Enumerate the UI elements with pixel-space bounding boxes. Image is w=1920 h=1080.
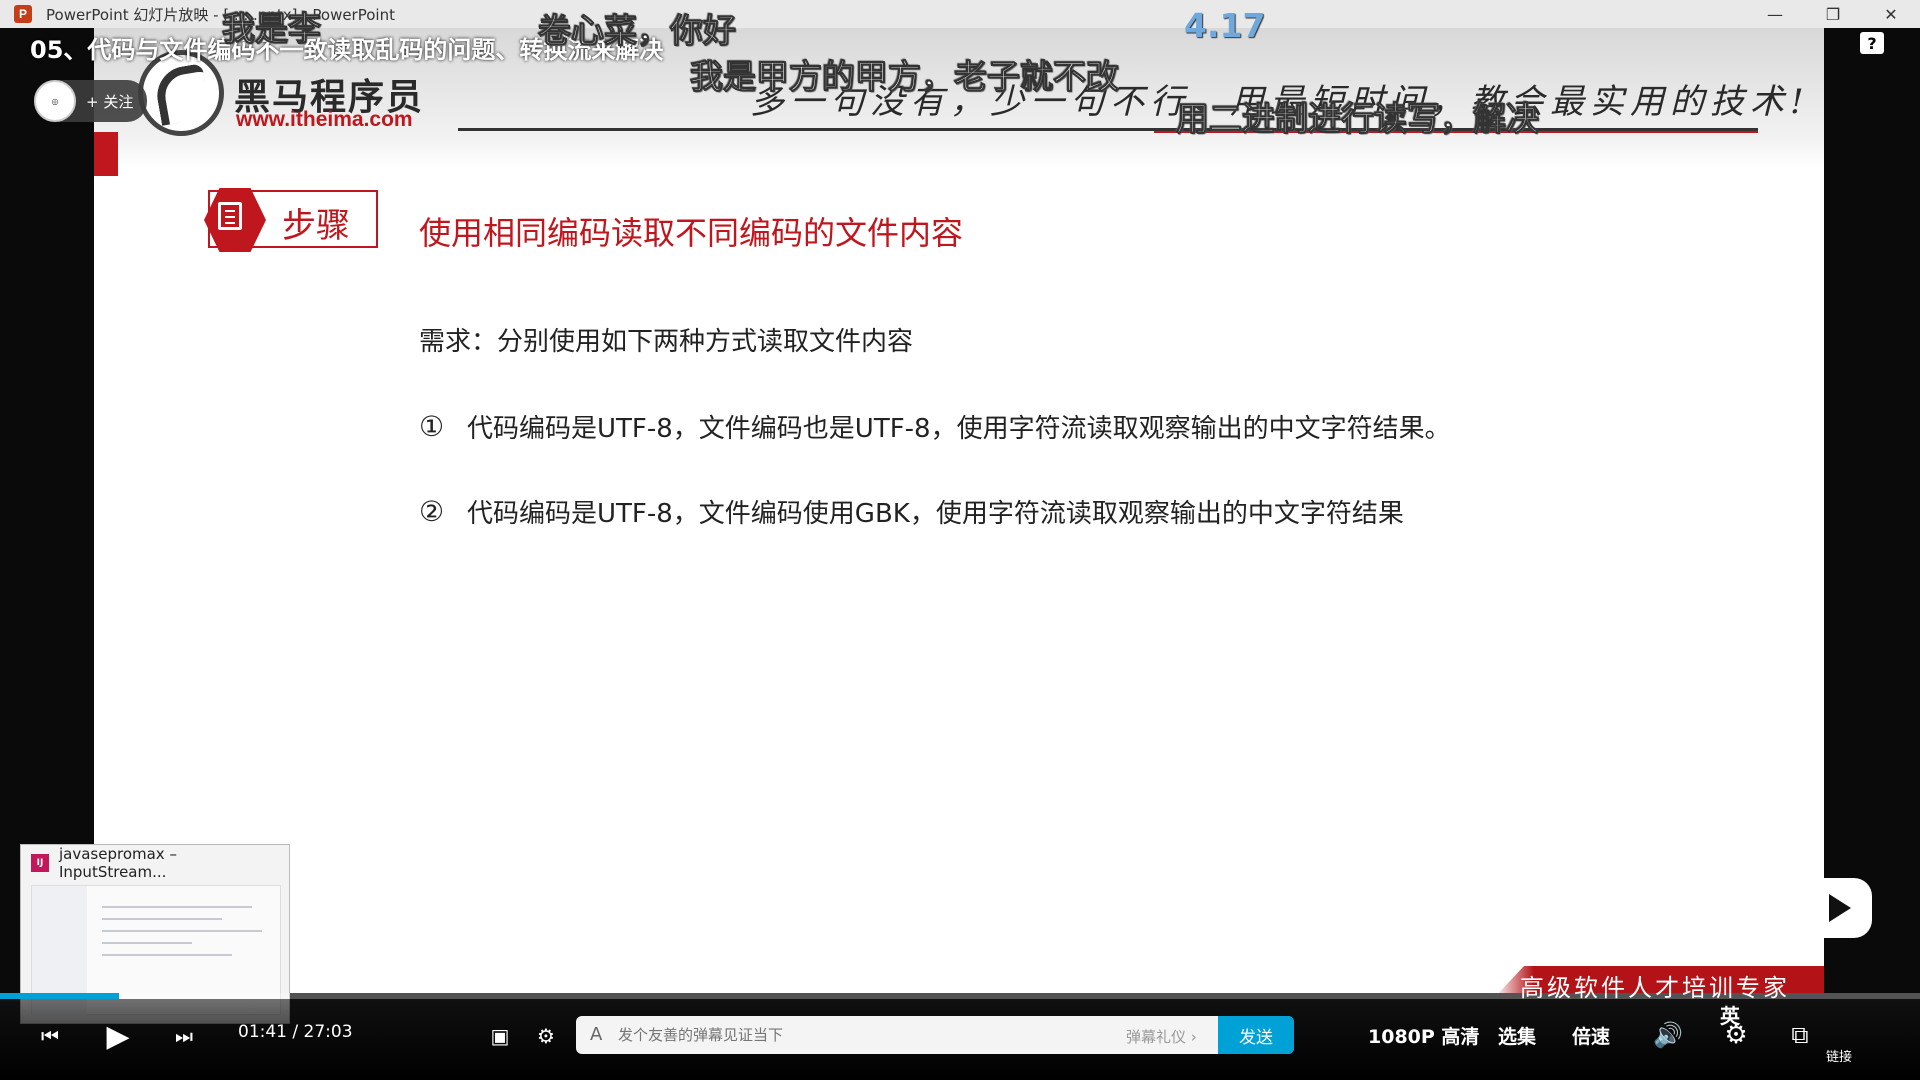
episodes-button[interactable]: 选集	[1498, 1022, 1536, 1049]
danmaku-comment: 用二进制进行读写，解决	[1176, 99, 1540, 139]
slide: 黑马程序员 www.itheima.com 多一句没有，少一句不行，用最短时间，…	[94, 28, 1824, 993]
screen: P PowerPoint 幻灯片放映 - [ ... .pptx] - Powe…	[0, 0, 1920, 1080]
slide-red-tab	[94, 132, 118, 176]
font-style-icon[interactable]: A	[590, 1024, 602, 1045]
danmaku-etiquette-link[interactable]: 弹幕礼仪 ›	[1126, 1026, 1197, 1047]
follow-button[interactable]: + 关注	[86, 91, 133, 112]
item-text: 代码编码是UTF-8，文件编码使用GBK，使用字符流读取观察输出的中文字符结果	[467, 499, 1404, 529]
brand-url: www.itheima.com	[236, 108, 413, 131]
quality-button[interactable]: 1080P 高清	[1368, 1022, 1479, 1049]
danmaku-comment: 卷心菜，你好	[538, 11, 737, 51]
danmaku-settings-icon[interactable]: ⚙	[530, 1020, 562, 1052]
current-time: 01:41	[238, 1022, 287, 1042]
minimize-button[interactable]: —	[1746, 0, 1804, 28]
uploader-follow[interactable]: ◎ + 关注	[34, 80, 148, 122]
step-label: 步骤	[282, 206, 350, 246]
next-icon[interactable]: ⏭	[168, 1020, 200, 1052]
restore-button[interactable]: ❐	[1804, 0, 1862, 28]
close-button[interactable]: ✕	[1862, 0, 1920, 28]
item-number: ②	[419, 495, 445, 528]
time-separator: /	[292, 1022, 299, 1042]
previous-icon[interactable]: ⏮	[34, 1020, 66, 1052]
danmaku-comment: 我是甲方的甲方，老子就不改	[690, 57, 1120, 97]
volume-icon[interactable]: 🔊	[1650, 1018, 1686, 1052]
item-text: 代码编码是UTF-8，文件编码也是UTF-8，使用字符流读取观察输出的中文字符结…	[467, 414, 1451, 444]
danmaku-input-box: A 弹幕礼仪 ›	[576, 1016, 1294, 1054]
tv-play-icon[interactable]	[1802, 878, 1872, 938]
list-item: ② 代码编码是UTF-8，文件编码使用GBK，使用字符流读取观察输出的中文字符结…	[419, 493, 1404, 530]
window-title: PowerPoint 幻灯片放映 - [ ... .pptx] - PowerP…	[46, 5, 395, 24]
list-item: ① 代码编码是UTF-8，文件编码也是UTF-8，使用字符流读取观察输出的中文字…	[419, 408, 1451, 445]
play-icon[interactable]: ▶	[98, 1016, 138, 1056]
link-label[interactable]: 链接	[1826, 1046, 1852, 1065]
total-time: 27:03	[303, 1022, 353, 1042]
send-button[interactable]: 发送	[1218, 1016, 1294, 1054]
powerpoint-icon: P	[14, 5, 32, 23]
item-number: ①	[419, 410, 445, 443]
subtitle-button[interactable]: 英	[1720, 1000, 1740, 1029]
danmaku-comment: 我是李	[222, 9, 322, 49]
avatar[interactable]: ◎	[34, 80, 76, 122]
danmaku-comment: 4.17	[1184, 6, 1266, 45]
pip-icon[interactable]: ⧉	[1782, 1018, 1818, 1052]
help-icon[interactable]: ?	[1860, 32, 1884, 54]
intellij-icon: IJ	[31, 854, 49, 872]
preview-title: javasepromax – InputStream...	[58, 845, 177, 881]
window-controls: — ❐ ✕	[1746, 0, 1920, 28]
speed-button[interactable]: 倍速	[1572, 1022, 1610, 1049]
slide-title: 使用相同编码读取不同编码的文件内容	[419, 214, 964, 252]
document-icon	[204, 188, 266, 252]
danmaku-toggle-icon[interactable]: ▣	[484, 1020, 516, 1052]
requirement-text: 需求：分别使用如下两种方式读取文件内容	[419, 327, 914, 357]
time-display: 01:41 / 27:03	[238, 1022, 353, 1042]
step-badge: 步骤	[204, 188, 378, 252]
danmaku-input[interactable]	[618, 1022, 1058, 1048]
